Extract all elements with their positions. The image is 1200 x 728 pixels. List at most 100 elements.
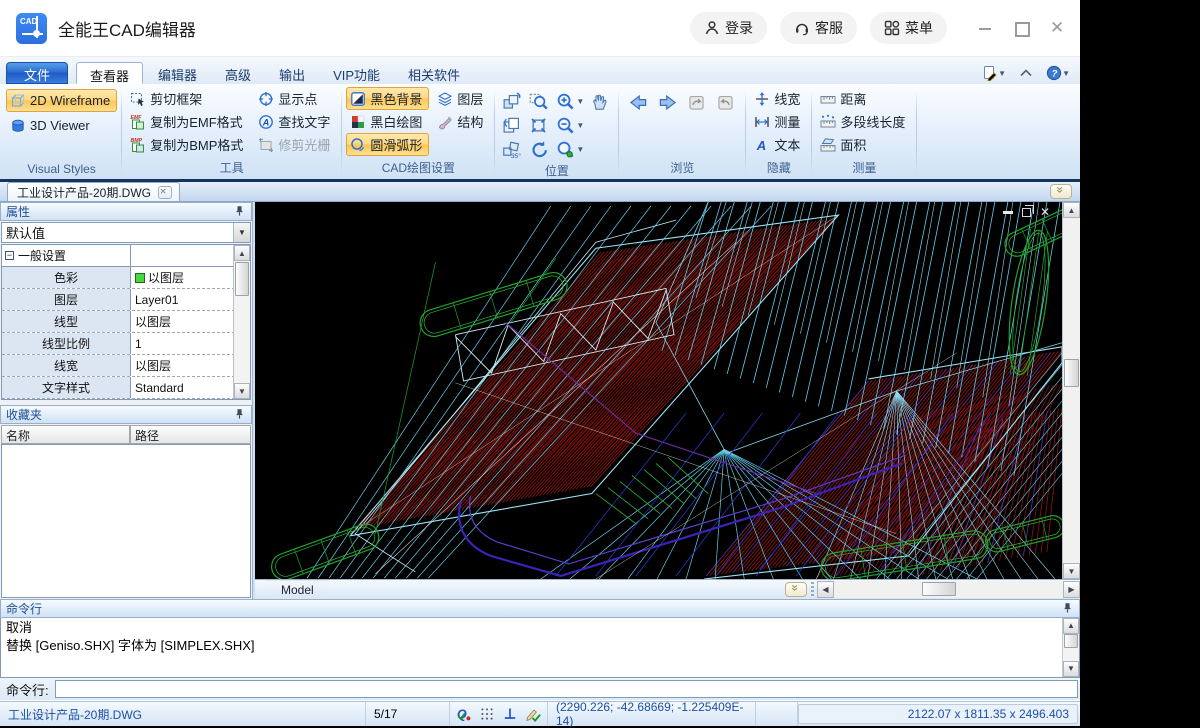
pin-icon[interactable] [233, 408, 246, 421]
command-output[interactable]: 取消 替换 [Geniso.SHX] 字体为 [SIMPLEX.SHX] ▲ ▼ [0, 618, 1080, 678]
button-hide-measure[interactable]: 测量 [750, 110, 807, 133]
button-trim-raster: 修剪光栅 [254, 133, 337, 156]
button-pan[interactable] [587, 89, 614, 113]
cad-wireframe-drawing [255, 202, 1062, 579]
command-line-1: 取消 [6, 619, 1074, 637]
dropdown-arrow-icon[interactable]: ▼ [233, 223, 250, 242]
viewport-close-icon[interactable]: ✕ [1040, 207, 1050, 217]
favorites-list[interactable] [1, 444, 251, 598]
edit-doc-caret-icon[interactable]: ▼ [998, 69, 1006, 78]
tab-file[interactable]: 文件 [6, 62, 68, 84]
maximize-button[interactable] [1014, 21, 1028, 35]
tab-0[interactable]: 查看器 [76, 62, 143, 84]
button-hide-lineweight[interactable]: 线宽 [750, 87, 807, 110]
button-layers[interactable]: 图层 [433, 87, 490, 110]
model-tab[interactable]: Model [265, 581, 330, 599]
ribbon: 2D Wireframe 3D Viewer Visual Styles 剪切框… [0, 84, 1080, 179]
minimize-button[interactable] [978, 21, 992, 35]
bw-drawing-icon [350, 114, 366, 130]
tab-3[interactable]: 输出 [266, 62, 318, 84]
close-button[interactable]: ✕ [1050, 21, 1064, 35]
ortho-icon[interactable] [502, 706, 518, 722]
property-row-0[interactable]: 色彩以图层 [2, 267, 250, 289]
viewport-horizontal-scrollbar[interactable]: ◀ ▶ [817, 581, 1080, 598]
support-button[interactable]: 客服 [780, 12, 857, 44]
favorites-column-path[interactable]: 路径 [130, 425, 251, 444]
tab-1[interactable]: 编辑器 [145, 62, 210, 84]
document-tab[interactable]: 工业设计产品-20期.DWG [7, 182, 180, 201]
help-caret-icon[interactable]: ▼ [1062, 69, 1070, 78]
layout-overflow-button[interactable] [785, 582, 807, 597]
button-zoom-extents[interactable] [526, 113, 553, 137]
button-refresh-view[interactable] [526, 137, 553, 161]
button-black-background[interactable]: 黑色背景 [346, 87, 429, 110]
object-snap-icon[interactable]: Q [456, 706, 472, 722]
preset-dropdown[interactable]: 默认值 ▼ [1, 222, 251, 243]
collapse-ribbon-icon[interactable] [1018, 65, 1034, 81]
copy-bmp-icon: BMP [130, 137, 146, 153]
structure-brush-icon [437, 114, 453, 130]
button-zoom-out[interactable]: ▼ [553, 113, 587, 137]
wireframe-cube-icon [10, 93, 26, 109]
button-distance[interactable]: 距离 [816, 87, 912, 110]
button-bw-drawing[interactable]: 黑白绘图 [346, 110, 429, 133]
button-smooth-arc[interactable]: 圆滑弧形 [346, 133, 429, 156]
button-area[interactable]: 面积 [816, 133, 912, 156]
menu-button[interactable]: 菜单 [870, 12, 947, 44]
button-3d-viewer[interactable]: 3D Viewer [6, 114, 117, 137]
button-find-text[interactable]: A 查找文字 [254, 110, 337, 133]
button-2d-wireframe[interactable]: 2D Wireframe [6, 89, 117, 112]
property-group-row[interactable]: −一般设置 [2, 245, 250, 267]
property-row-4[interactable]: 线宽以图层 [2, 355, 250, 377]
login-button[interactable]: 登录 [690, 12, 767, 44]
tab-2[interactable]: 高级 [212, 62, 264, 84]
status-empty-segment [756, 702, 798, 726]
button-zoom-window[interactable] [526, 89, 553, 113]
forward-arrow-icon[interactable] [658, 93, 677, 112]
tab-4[interactable]: VIP功能 [320, 62, 393, 84]
button-copy-bmp[interactable]: BMP 复制为BMP格式 [126, 133, 250, 156]
rotate-view-icon [502, 92, 521, 111]
pin-icon[interactable] [233, 205, 246, 218]
properties-scrollbar[interactable]: ▲ ▼ [233, 245, 250, 399]
svg-text:Q: Q [457, 708, 467, 722]
button-polyline-length[interactable]: 多段线长度 [816, 110, 912, 133]
viewport-minimize-icon[interactable] [1003, 211, 1013, 214]
status-bar: 工业设计产品-20期.DWG 5/17 Q (2290.226; -42.686… [0, 701, 1080, 726]
property-row-5[interactable]: 文字样式Standard [2, 377, 250, 399]
scrollbar-splitter[interactable] [811, 582, 814, 597]
cad-canvas[interactable]: ✕ [255, 202, 1062, 579]
grid-icon[interactable] [479, 706, 495, 722]
property-row-3[interactable]: 线型比例1 [2, 333, 250, 355]
draft-check-icon[interactable] [525, 706, 541, 722]
pin-icon[interactable] [1061, 602, 1074, 615]
button-clip-frame[interactable]: 剪切框架 [126, 87, 250, 110]
command-input[interactable] [55, 680, 1078, 698]
property-row-1[interactable]: 图层Layer01 [2, 289, 250, 311]
close-document-icon[interactable] [158, 186, 172, 199]
edit-document-icon[interactable] [982, 65, 998, 81]
button-structure[interactable]: 结构 [433, 110, 490, 133]
svg-text:35°: 35° [511, 151, 521, 158]
button-rotate-angle[interactable]: 35° [499, 137, 526, 161]
button-copy-emf[interactable]: EMF 复制为EMF格式 [126, 110, 250, 133]
button-hide-text[interactable]: A 文本 [750, 133, 807, 156]
headset-icon [794, 20, 810, 36]
favorites-column-name[interactable]: 名称 [1, 425, 130, 444]
viewport-vertical-scrollbar[interactable]: ▲ ▼ [1062, 202, 1080, 579]
viewport-restore-icon[interactable] [1022, 208, 1031, 217]
command-scrollbar[interactable]: ▲ ▼ [1062, 618, 1079, 677]
doc-tab-overflow-button[interactable] [1050, 184, 1072, 199]
command-input-row: 命令行: [0, 678, 1080, 700]
button-rotate-view[interactable] [499, 89, 526, 113]
tab-5[interactable]: 相关软件 [395, 62, 473, 84]
help-icon[interactable]: ? [1046, 65, 1062, 81]
back-arrow-icon[interactable] [629, 93, 648, 112]
button-zoom-selected[interactable]: ▼ [553, 137, 587, 161]
button-show-points[interactable]: 显示点 [254, 87, 337, 110]
button-zoom-in[interactable]: ▼ [553, 89, 587, 113]
property-row-2[interactable]: 线型以图层 [2, 311, 250, 333]
button-copy-view[interactable] [499, 113, 526, 137]
group-label-hide: 隐藏 [750, 158, 807, 179]
collapse-group-icon[interactable]: − [5, 251, 14, 260]
